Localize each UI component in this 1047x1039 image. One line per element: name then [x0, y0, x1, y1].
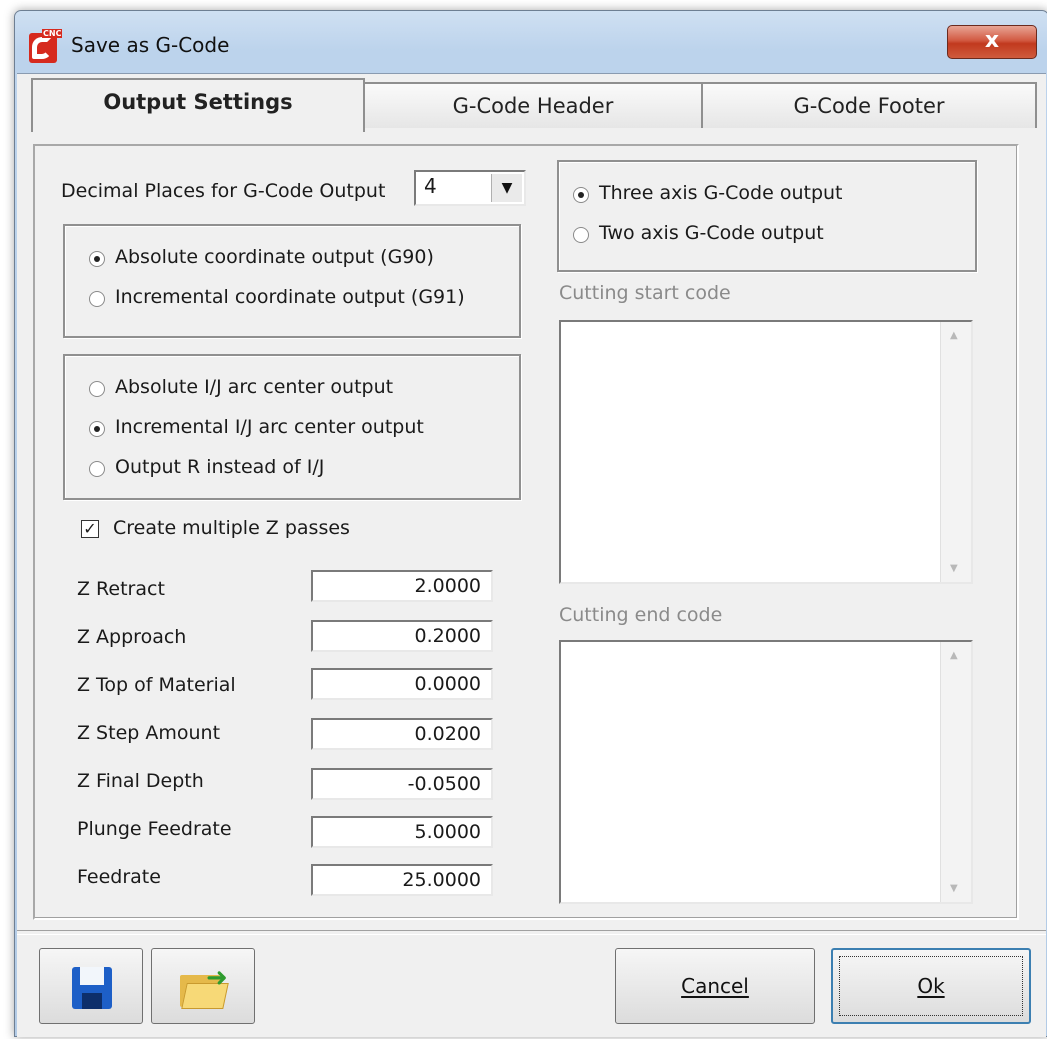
cancel-button[interactable]: Cancel	[615, 948, 815, 1024]
app-icon-text: CNC	[42, 29, 63, 38]
z-final-depth-label: Z Final Depth	[77, 770, 204, 792]
open-folder-icon: ➜	[180, 963, 229, 1009]
radio-label: Incremental I/J arc center output	[115, 416, 424, 438]
axis-mode-group: Three axis G-Code output Two axis G-Code…	[557, 160, 977, 272]
radio-label: Absolute I/J arc center output	[115, 376, 394, 398]
radio-button[interactable]	[89, 381, 105, 397]
chevron-down-icon[interactable]: ▼	[491, 174, 522, 202]
multiple-z-label: Create multiple Z passes	[113, 517, 350, 539]
floppy-disk-icon	[72, 967, 112, 1009]
save-button[interactable]	[39, 948, 143, 1024]
close-button[interactable]: x	[947, 25, 1037, 59]
tab-gcode-header[interactable]: G-Code Header	[363, 82, 703, 128]
dialog-client-area: Output Settings G-Code Header G-Code Foo…	[17, 73, 1046, 1037]
tab-strip: Output Settings G-Code Header G-Code Foo…	[17, 74, 1046, 132]
z-retract-label: Z Retract	[77, 578, 165, 600]
z-top-of-material-input[interactable]: 0.0000	[311, 668, 493, 700]
z-step-amount-label: Z Step Amount	[77, 722, 221, 744]
scroll-up-arrow-icon[interactable]: ▲	[950, 330, 958, 341]
radio-button[interactable]	[573, 187, 589, 203]
z-final-depth-input[interactable]: -0.0500	[311, 768, 493, 800]
cutting-end-textarea[interactable]: ▲ ▼	[559, 640, 973, 904]
scroll-down-arrow-icon[interactable]: ▼	[950, 563, 958, 574]
title-bar[interactable]: CNC Save as G-Code x	[15, 11, 1047, 77]
radio-button[interactable]	[89, 421, 105, 437]
divider	[17, 930, 1046, 935]
radio-button[interactable]	[89, 251, 105, 267]
cutting-start-textarea[interactable]: ▲ ▼	[559, 320, 973, 584]
coordinate-mode-group: Absolute coordinate output (G90) Increme…	[63, 224, 521, 338]
feedrate-input[interactable]: 25.0000	[311, 864, 493, 896]
vertical-scrollbar[interactable]: ▲ ▼	[940, 322, 971, 582]
plunge-feedrate-input[interactable]: 5.0000	[311, 816, 493, 848]
radio-button[interactable]	[89, 461, 105, 477]
decimal-places-label: Decimal Places for G-Code Output	[61, 180, 386, 202]
ok-button[interactable]: Ok	[831, 948, 1031, 1024]
decimal-places-value: 4	[424, 174, 437, 198]
window-title: Save as G-Code	[71, 33, 230, 57]
scroll-down-arrow-icon[interactable]: ▼	[950, 883, 958, 894]
radio-label: Absolute coordinate output (G90)	[115, 246, 434, 268]
plunge-feedrate-label: Plunge Feedrate	[77, 818, 232, 840]
z-retract-input[interactable]: 2.0000	[311, 570, 493, 602]
vertical-scrollbar[interactable]: ▲ ▼	[940, 642, 971, 902]
feedrate-label: Feedrate	[77, 866, 161, 888]
multiple-z-checkbox[interactable]: ✓	[81, 520, 99, 538]
z-top-of-material-label: Z Top of Material	[77, 674, 236, 696]
radio-label: Three axis G-Code output	[599, 182, 843, 204]
radio-label: Two axis G-Code output	[599, 222, 824, 244]
cancel-label: Cancel	[681, 974, 749, 998]
z-approach-label: Z Approach	[77, 626, 187, 648]
radio-label: Incremental coordinate output (G91)	[115, 286, 465, 308]
scroll-up-arrow-icon[interactable]: ▲	[950, 650, 958, 661]
open-button[interactable]: ➜	[151, 948, 255, 1024]
z-step-amount-input[interactable]: 0.0200	[311, 718, 493, 750]
cutting-start-label: Cutting start code	[559, 282, 731, 304]
ok-label: Ok	[917, 974, 945, 998]
tab-output-settings[interactable]: Output Settings	[31, 78, 365, 132]
arc-mode-group: Absolute I/J arc center output Increment…	[63, 354, 521, 500]
cutting-end-label: Cutting end code	[559, 604, 723, 626]
tab-gcode-footer[interactable]: G-Code Footer	[701, 82, 1037, 128]
z-approach-input[interactable]: 0.2000	[311, 620, 493, 652]
cnc-app-icon: CNC	[29, 29, 63, 63]
radio-button[interactable]	[89, 291, 105, 307]
dialog-window: CNC Save as G-Code x Output Settings G-C…	[14, 10, 1047, 1037]
radio-label: Output R instead of I/J	[115, 456, 325, 478]
radio-button[interactable]	[573, 227, 589, 243]
decimal-places-select[interactable]: 4 ▼	[414, 170, 526, 206]
